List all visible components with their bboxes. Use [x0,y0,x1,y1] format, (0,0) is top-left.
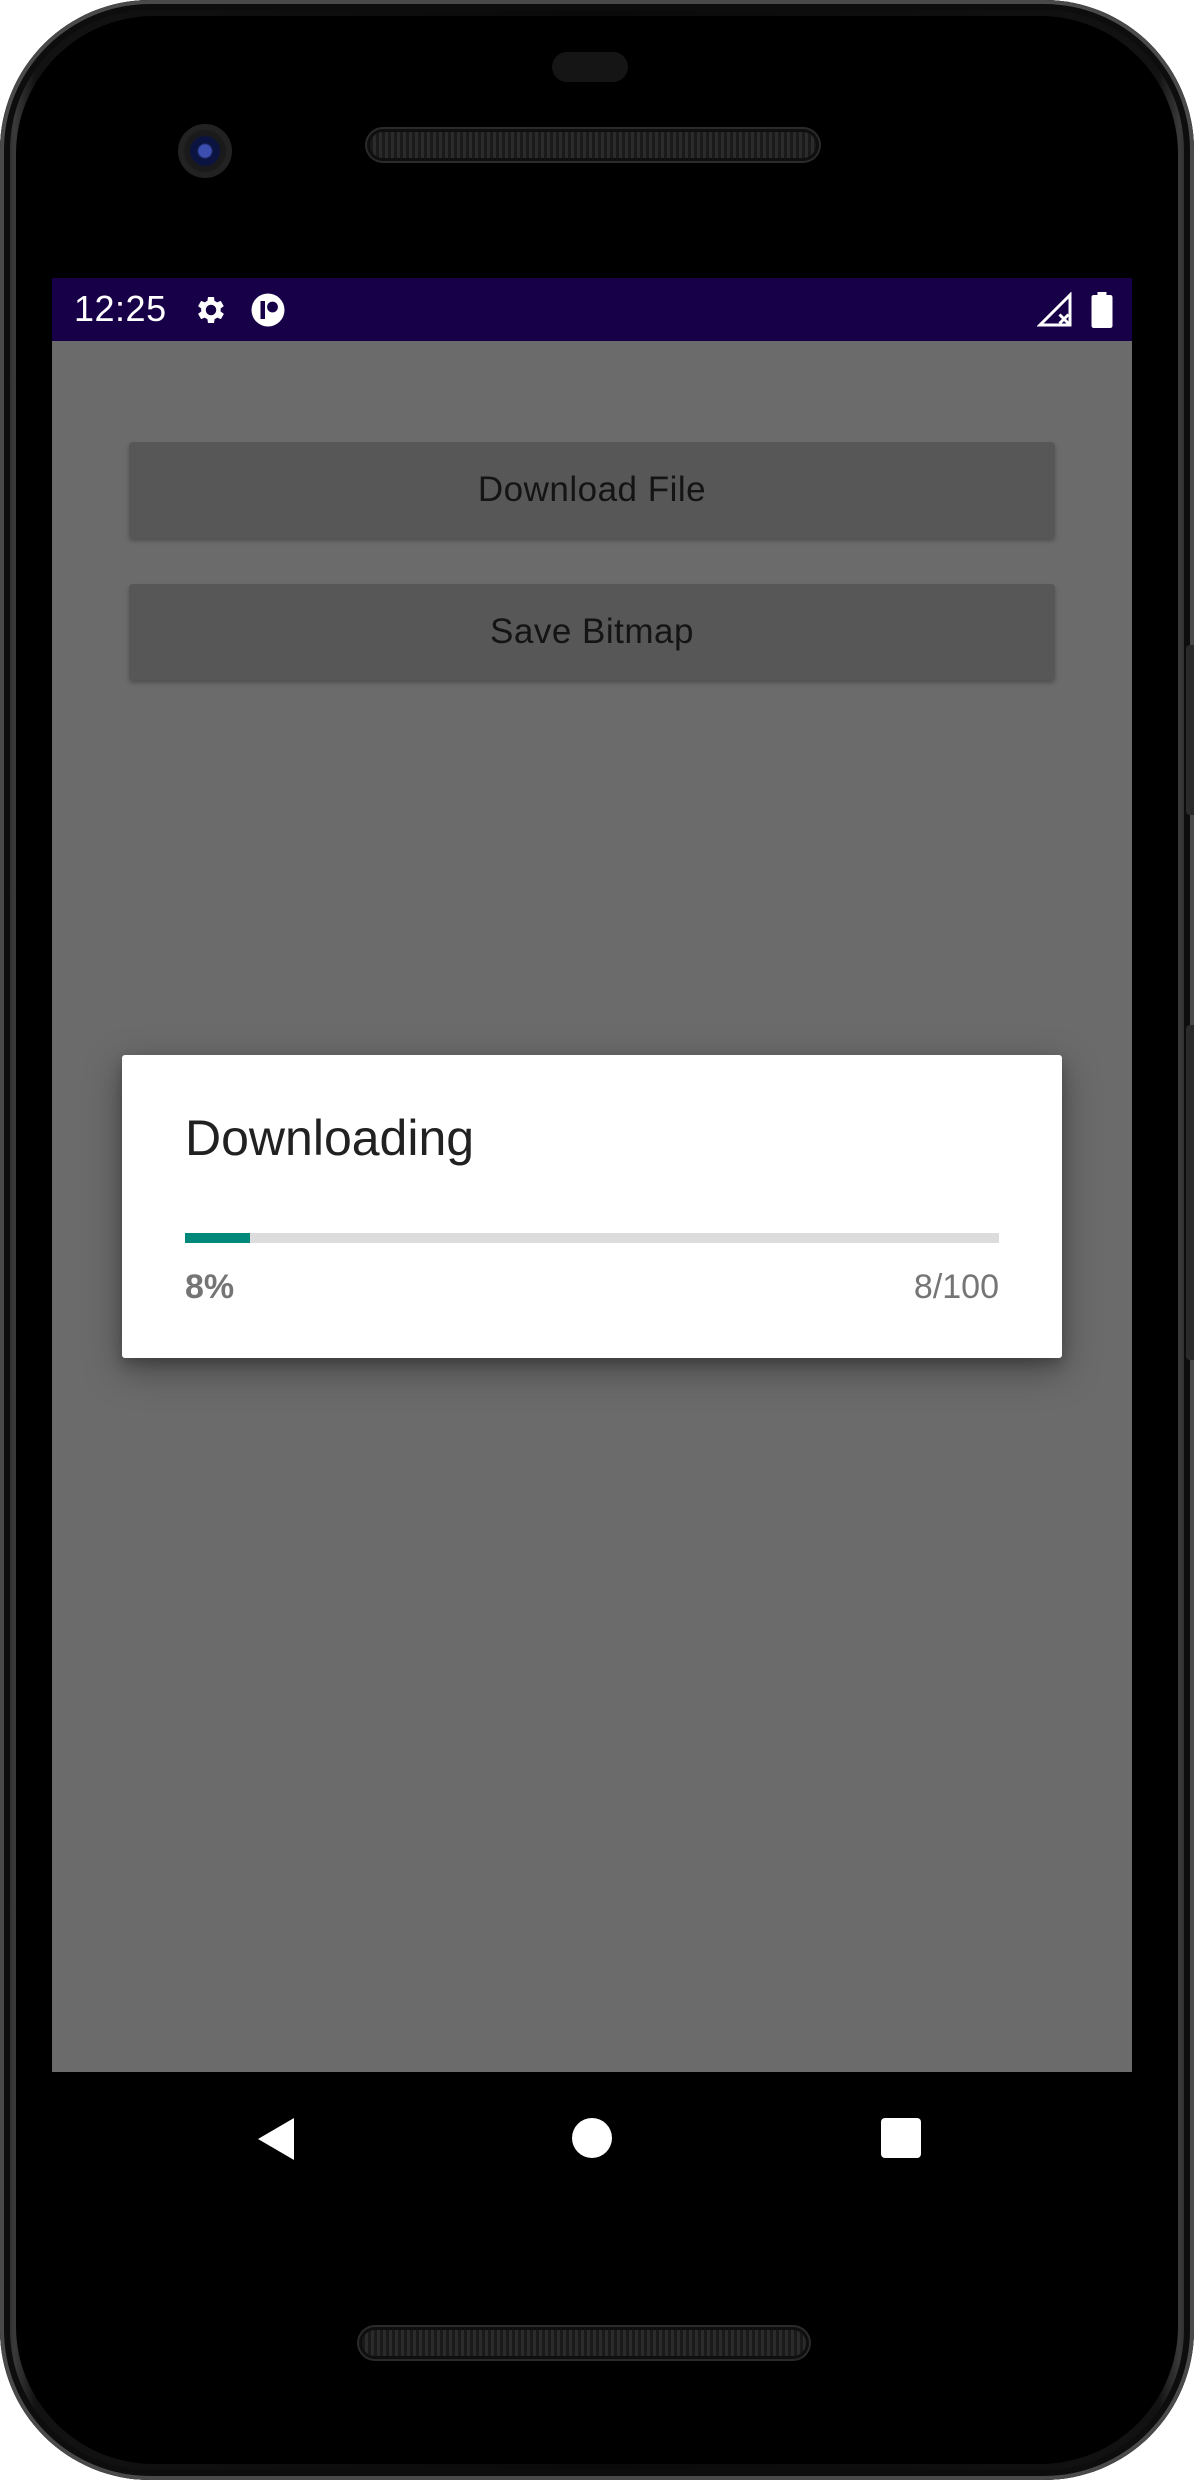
progress-dialog: Downloading 8% 8/100 [122,1055,1062,1358]
battery-icon [1091,292,1113,328]
navigation-bar [52,2072,1132,2204]
front-camera [178,124,232,178]
power-button [1186,645,1194,815]
proximity-sensor [552,52,628,82]
home-icon[interactable] [572,2118,612,2158]
progress-percent: 8% [185,1268,235,1306]
save-bitmap-button[interactable]: Save Bitmap [129,584,1055,680]
app-screen: 12:25 Download File Save Bitmap Download… [52,278,1132,2072]
signal-no-data-icon [1037,292,1072,327]
dialog-title: Downloading [185,1110,475,1166]
status-bar: 12:25 [52,278,1132,341]
progress-count: 8/100 [913,1268,999,1306]
phone-frame: 12:25 Download File Save Bitmap Download… [0,0,1194,2480]
top-speaker-grille [370,132,816,158]
progress-bar-fill [185,1233,251,1243]
back-icon[interactable] [256,2116,296,2162]
bottom-speaker-grille [362,2330,806,2356]
volume-button [1186,1025,1194,1360]
download-file-button[interactable]: Download File [129,442,1055,538]
gear-icon [198,296,224,324]
progress-bar [185,1233,999,1243]
recents-icon[interactable] [881,2118,921,2158]
app-notification-icon [251,293,285,327]
status-time: 12:25 [74,288,167,329]
